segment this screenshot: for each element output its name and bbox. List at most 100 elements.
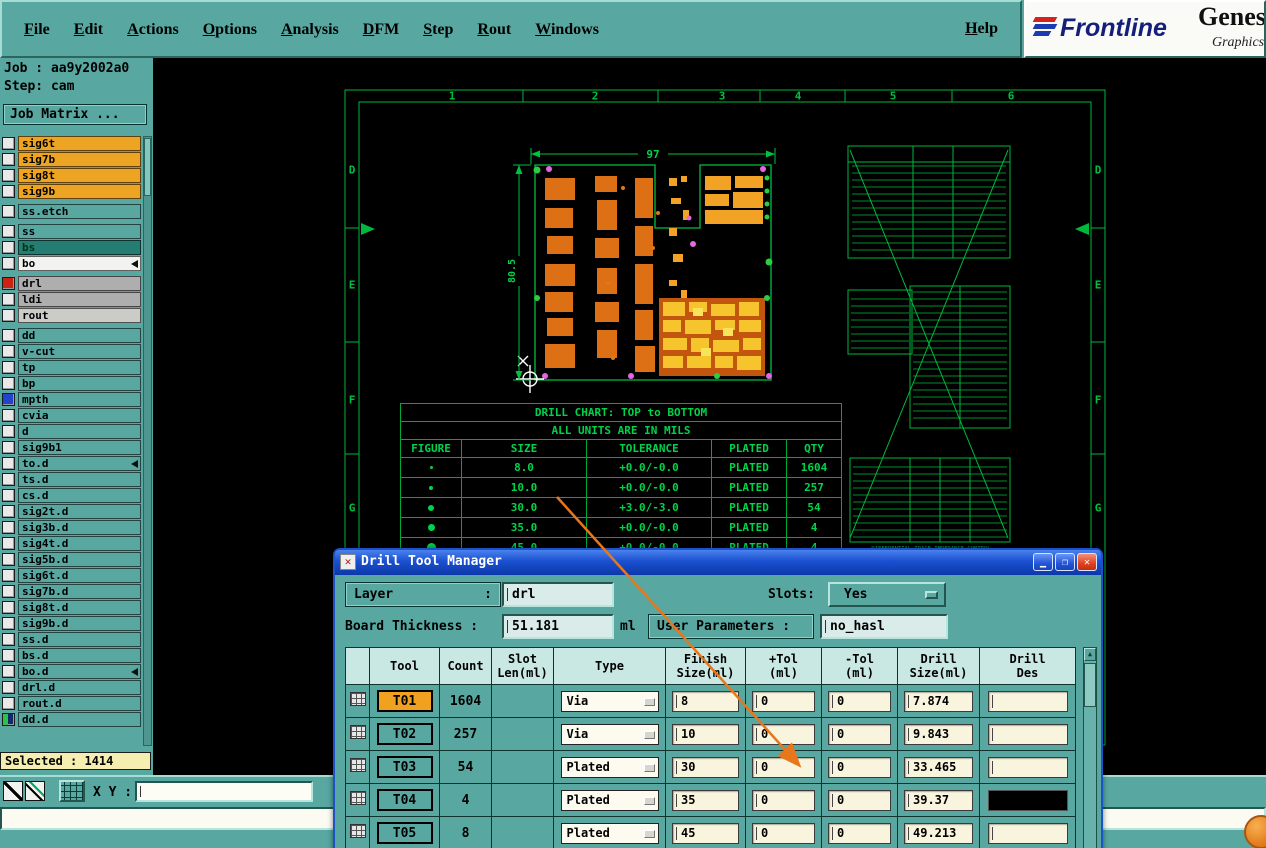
row-handle-icon[interactable] <box>349 758 366 772</box>
layer-visibility-checkbox[interactable] <box>2 329 15 342</box>
layer-visibility-checkbox[interactable] <box>2 277 15 290</box>
layer-row-dd[interactable]: dd <box>2 328 141 343</box>
drill-des-input[interactable] <box>987 789 1068 811</box>
drill-des-input[interactable] <box>987 822 1068 844</box>
layer-name-label[interactable]: sig9b <box>18 184 141 199</box>
layer-visibility-checkbox[interactable] <box>2 537 15 550</box>
minus-tol-input[interactable]: 0 <box>828 822 891 844</box>
layer-visibility-checkbox[interactable] <box>2 225 15 238</box>
drill-size-input[interactable]: 9.843 <box>904 723 973 745</box>
layer-visibility-checkbox[interactable] <box>2 489 15 502</box>
menu-item-analysis[interactable]: Analysis <box>281 3 339 57</box>
board-thickness-input[interactable]: 51.181 <box>502 614 614 639</box>
user-parameters-input[interactable]: no_hasl <box>820 614 948 639</box>
layer-visibility-checkbox[interactable] <box>2 361 15 374</box>
layer-row-sig7b.d[interactable]: sig7b.d <box>2 584 141 599</box>
menu-item-windows[interactable]: Windows <box>535 3 599 57</box>
layer-row-bo.d[interactable]: bo.d <box>2 664 141 679</box>
layer-row-cvia[interactable]: cvia <box>2 408 141 423</box>
layer-visibility-checkbox[interactable] <box>2 137 15 150</box>
type-dropdown[interactable]: Plated <box>560 756 659 778</box>
layer-row-ss.d[interactable]: ss.d <box>2 632 141 647</box>
layer-row-bp[interactable]: bp <box>2 376 141 391</box>
finish-size-input[interactable]: 30 <box>672 756 739 778</box>
layer-visibility-checkbox[interactable] <box>2 681 15 694</box>
layer-row-drl.d[interactable]: drl.d <box>2 680 141 695</box>
layer-row-d[interactable]: d <box>2 424 141 439</box>
layer-row-ldi[interactable]: ldi <box>2 292 141 307</box>
layer-visibility-checkbox[interactable] <box>2 185 15 198</box>
layer-visibility-checkbox[interactable] <box>2 441 15 454</box>
dialog-titlebar[interactable]: ✕ Drill Tool Manager <box>335 550 1101 575</box>
layer-visibility-checkbox[interactable] <box>2 409 15 422</box>
minus-tol-input[interactable]: 0 <box>828 690 891 712</box>
layer-name-label[interactable]: drl.d <box>18 680 141 695</box>
layer-row-sig7b[interactable]: sig7b <box>2 152 141 167</box>
layer-visibility-checkbox[interactable] <box>2 205 15 218</box>
layer-name-label[interactable]: d <box>18 424 141 439</box>
drill-des-input[interactable] <box>987 690 1068 712</box>
slots-dropdown[interactable]: Yes <box>828 582 946 607</box>
layer-visibility-checkbox[interactable] <box>2 153 15 166</box>
menu-item-help[interactable]: Help <box>965 2 998 56</box>
layer-row-rout.d[interactable]: rout.d <box>2 696 141 711</box>
notification-badge[interactable] <box>1244 815 1266 848</box>
layer-name-label[interactable]: to.d <box>18 456 141 471</box>
tool-button[interactable]: T05 <box>376 822 433 844</box>
tool-button[interactable]: T01 <box>376 690 433 712</box>
finish-size-input[interactable]: 8 <box>672 690 739 712</box>
drill-des-input[interactable] <box>987 723 1068 745</box>
layer-row-cs.d[interactable]: cs.d <box>2 488 141 503</box>
layer-name-label[interactable]: sig8t <box>18 168 141 183</box>
row-handle-icon[interactable] <box>349 791 366 805</box>
layer-row-sig8t[interactable]: sig8t <box>2 168 141 183</box>
drill-size-input[interactable]: 49.213 <box>904 822 973 844</box>
plus-tol-input[interactable]: 0 <box>752 690 815 712</box>
close-icon[interactable] <box>1077 553 1097 571</box>
layer-visibility-checkbox[interactable] <box>2 585 15 598</box>
layer-row-v-cut[interactable]: v-cut <box>2 344 141 359</box>
layer-visibility-checkbox[interactable] <box>2 169 15 182</box>
xy-coordinates-input[interactable] <box>135 781 313 802</box>
layer-name-label[interactable]: bo <box>18 256 141 271</box>
measure-tool-icon[interactable] <box>25 781 45 801</box>
plus-tol-input[interactable]: 0 <box>752 756 815 778</box>
layer-row-sig9b.d[interactable]: sig9b.d <box>2 616 141 631</box>
layer-row-dd.d[interactable]: dd.d <box>2 712 141 727</box>
layer-row-sig6t[interactable]: sig6t <box>2 136 141 151</box>
drill-size-input[interactable]: 39.37 <box>904 789 973 811</box>
layer-name-label[interactable]: ss.etch <box>18 204 141 219</box>
user-parameters-button[interactable]: User Parameters : <box>648 614 814 639</box>
layer-name-label[interactable]: dd.d <box>18 712 141 727</box>
layer-visibility-checkbox[interactable] <box>2 553 15 566</box>
plus-tol-input[interactable]: 0 <box>752 789 815 811</box>
plus-tol-input[interactable]: 0 <box>752 723 815 745</box>
minus-tol-input[interactable]: 0 <box>828 789 891 811</box>
menu-item-rout[interactable]: Rout <box>477 3 511 57</box>
layer-name-label[interactable]: sig7b <box>18 152 141 167</box>
layer-name-input[interactable]: drl <box>502 582 614 607</box>
layer-name-label[interactable]: rout <box>18 308 141 323</box>
layer-row-bs.d[interactable]: bs.d <box>2 648 141 663</box>
layer-row-drl[interactable]: drl <box>2 276 141 291</box>
layer-name-label[interactable]: ss.d <box>18 632 141 647</box>
layer-row-bo[interactable]: bo <box>2 256 141 271</box>
type-dropdown[interactable]: Via <box>560 723 659 745</box>
tool-button[interactable]: T03 <box>376 756 433 778</box>
layer-visibility-checkbox[interactable] <box>2 601 15 614</box>
layer-row-bs[interactable]: bs <box>2 240 141 255</box>
row-handle-icon[interactable] <box>349 824 366 838</box>
layer-visibility-checkbox[interactable] <box>2 457 15 470</box>
layer-visibility-checkbox[interactable] <box>2 473 15 486</box>
layer-row-sig6t.d[interactable]: sig6t.d <box>2 568 141 583</box>
layer-name-label[interactable]: cs.d <box>18 488 141 503</box>
layer-row-ss.etch[interactable]: ss.etch <box>2 204 141 219</box>
drill-des-input[interactable] <box>987 756 1068 778</box>
minus-tol-input[interactable]: 0 <box>828 723 891 745</box>
menu-item-step[interactable]: Step <box>423 3 453 57</box>
snap-grid-button[interactable] <box>59 780 85 802</box>
layer-name-label[interactable]: sig7b.d <box>18 584 141 599</box>
menu-item-options[interactable]: Options <box>203 3 257 57</box>
layer-name-label[interactable]: drl <box>18 276 141 291</box>
menu-item-file[interactable]: File <box>24 3 50 57</box>
